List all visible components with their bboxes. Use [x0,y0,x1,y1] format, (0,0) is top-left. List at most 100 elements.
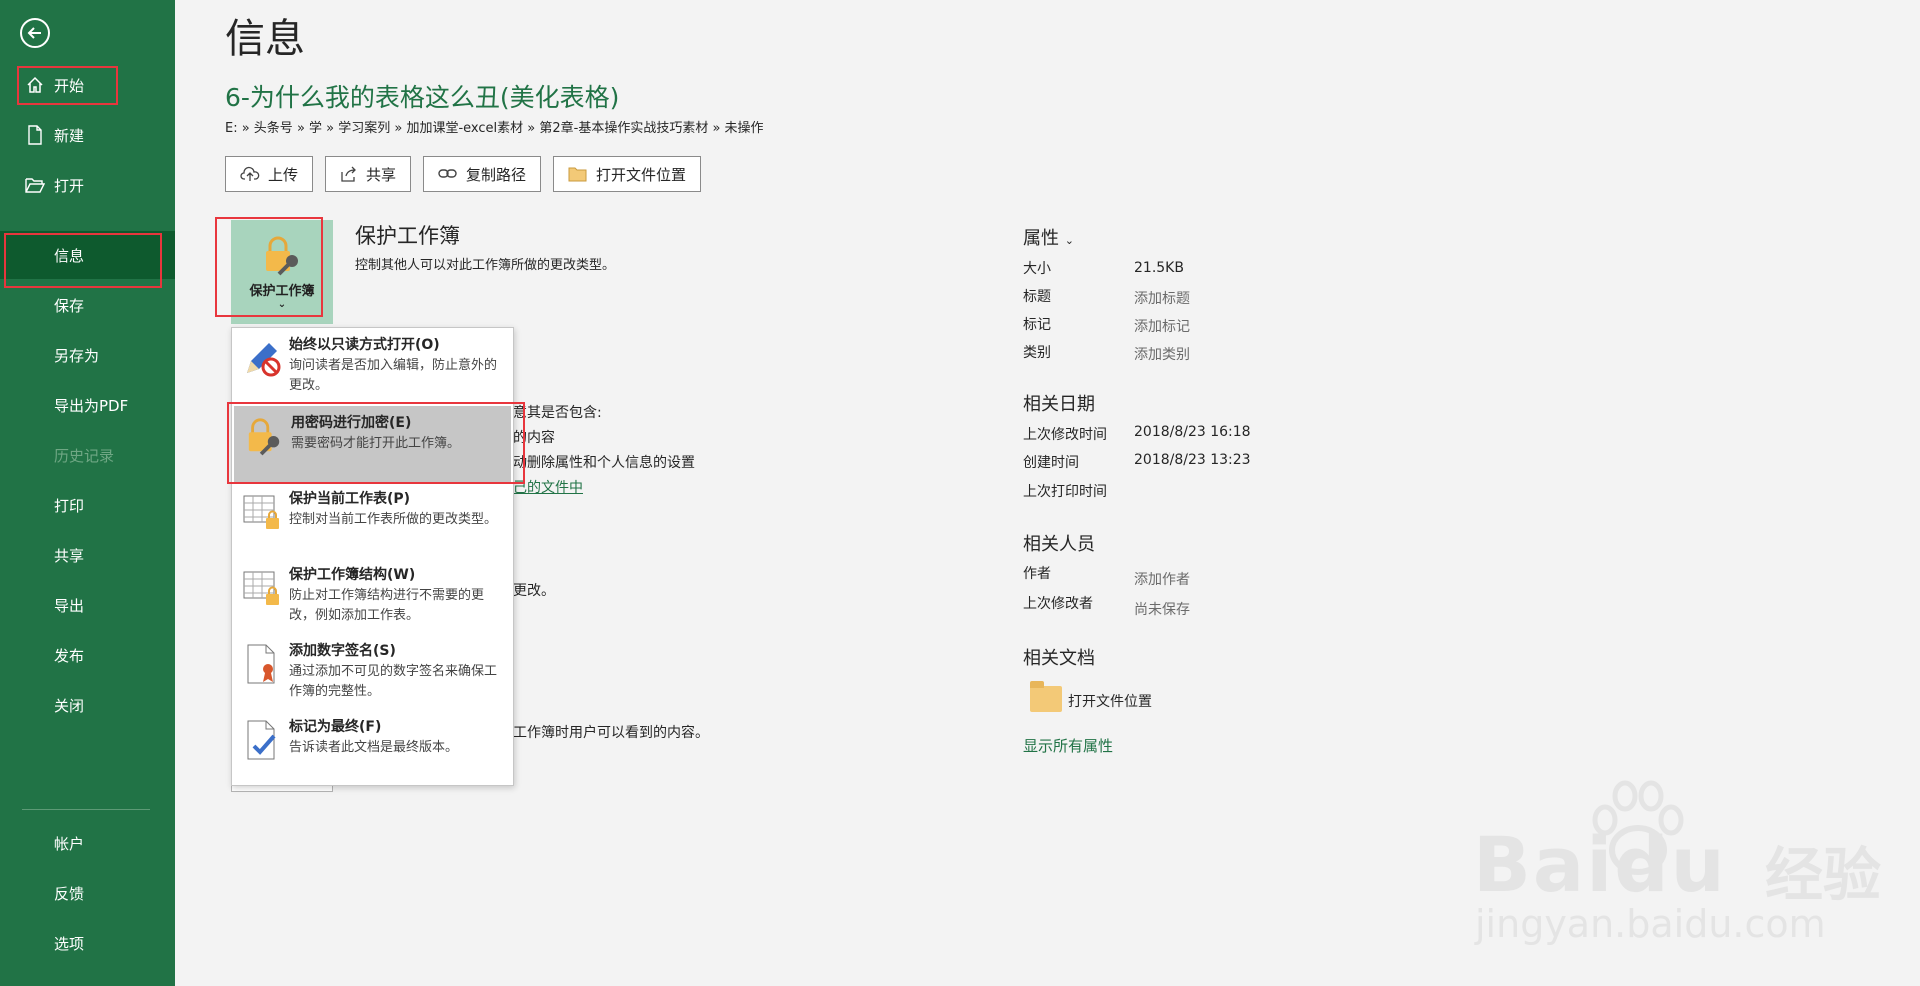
menu-item-title: 始终以只读方式打开(O) [289,337,440,353]
author-field[interactable]: 添加作者 [1134,569,1190,589]
chevron-down-icon: ⌄ [1064,234,1074,247]
sidebar-item-feedback[interactable]: 反馈 [0,869,175,917]
properties-heading-text: 属性 [1023,228,1059,249]
menu-item-desc: 防止对工作簿结构进行不需要的更改，例如添加工作表。 [289,588,485,623]
open-folder-icon [24,174,46,196]
protect-workbook-menu: 始终以只读方式打开(O) 询问读者是否加入编辑，防止意外的更改。 用密码进行加密… [231,327,514,786]
sidebar-item-new[interactable]: 新建 [0,111,175,159]
sidebar-item-label: 保存 [54,296,85,315]
inspect-link[interactable]: 己的文件中 [513,477,583,497]
sidebar-item-open[interactable]: 打开 [0,161,175,209]
inspect-text-2: 的内容 [513,430,555,446]
sidebar-item-label: 发布 [54,646,85,665]
lock-key-icon [242,414,286,458]
sidebar-item-export[interactable]: 导出 [0,581,175,629]
menu-item-desc: 控制对当前工作表所做的更改类型。 [289,512,498,527]
page-title: 信息 [225,16,305,62]
protect-workbook-button[interactable]: 保护工作簿 ⌄ [231,220,333,324]
file-actions: 上传 共享 复制路径 打开文件位置 [225,156,702,192]
tags-label: 标记 [1023,317,1051,333]
protect-heading: 保护工作簿 [355,224,460,248]
last-modified-value: 2018/8/23 16:18 [1134,424,1251,440]
upload-button[interactable]: 上传 [225,156,314,192]
file-path-breadcrumb: E: » 头条号 » 学 » 学习案列 » 加加课堂-excel素材 » 第2章… [225,121,764,136]
menu-item-encrypt-with-password[interactable]: 用密码进行加密(E) 需要密码才能打开此工作簿。 [234,406,511,482]
related-dates-heading: 相关日期 [1023,394,1095,415]
sidebar-item-print[interactable]: 打印 [0,481,175,529]
sidebar-item-label: 共享 [54,546,85,565]
sidebar-item-close[interactable]: 关闭 [0,681,175,729]
backstage-sidebar: 开始 新建 打开 信息 保存 另存为 导出为PDF 历史记录 打印 共享 导出 … [0,0,175,986]
share-icon [341,166,356,182]
cloud-upload-icon [240,166,260,181]
sidebar-item-label: 信息 [54,246,85,265]
signature-ribbon-icon [240,642,284,686]
menu-item-title: 添加数字签名(S) [289,643,396,659]
sidebar-item-label: 打印 [54,496,85,515]
inspect-text-3: 动删除属性和个人信息的设置 [513,455,695,471]
protect-tile-label: 保护工作簿 [249,284,315,299]
last-modified-label: 上次修改时间 [1023,427,1107,443]
upload-label: 上传 [268,165,299,184]
sidebar-item-label: 新建 [54,126,85,145]
sidebar-item-export-pdf[interactable]: 导出为PDF [0,381,175,429]
sidebar-item-publish[interactable]: 发布 [0,631,175,679]
menu-item-protect-sheet[interactable]: 保护当前工作表(P) 控制对当前工作表所做的更改类型。 [232,482,513,558]
menu-item-always-read-only[interactable]: 始终以只读方式打开(O) 询问读者是否加入编辑，防止意外的更改。 [232,328,513,404]
sidebar-item-save-as[interactable]: 另存为 [0,331,175,379]
sidebar-item-label: 导出为PDF [54,396,129,415]
last-modified-by-value: 尚未保存 [1134,602,1190,618]
open-file-location-button[interactable]: 打开文件位置 [553,156,702,192]
sidebar-item-options[interactable]: 选项 [0,919,175,967]
last-printed-label: 上次打印时间 [1023,484,1107,500]
sidebar-item-share[interactable]: 共享 [0,531,175,579]
sidebar-item-save[interactable]: 保存 [0,281,175,329]
related-docs-heading: 相关文档 [1023,648,1095,669]
watermark-url: jingyan.baidu.com [1475,902,1826,946]
copy-path-button[interactable]: 复制路径 [423,156,542,192]
document-title: 6-为什么我的表格这么丑(美化表格) [225,83,620,112]
inspect-text-1: 意其是否包含: [513,405,602,421]
menu-item-title: 保护工作簿结构(W) [289,567,416,583]
title-label: 标题 [1023,289,1051,305]
menu-item-digital-signature[interactable]: 添加数字签名(S) 通过添加不可见的数字签名来确保工作簿的完整性。 [232,634,513,710]
back-button[interactable] [20,18,50,48]
menu-item-title: 用密码进行加密(E) [291,415,412,431]
chevron-down-icon: ⌄ [277,299,287,310]
watermark-brand-cn: 经验 [1765,841,1882,909]
category-field[interactable]: 添加类别 [1134,344,1190,364]
menu-item-desc: 告诉读者此文档是最终版本。 [289,740,459,755]
sidebar-item-home[interactable]: 开始 [0,61,175,109]
sidebar-item-label: 帐户 [54,834,85,853]
tags-field[interactable]: 添加标记 [1134,316,1190,336]
browser-view-text: 工作簿时用户可以看到的内容。 [513,725,709,741]
size-value: 21.5KB [1134,260,1184,276]
new-document-icon [24,124,46,146]
manage-text: 更改。 [513,583,555,599]
sidebar-item-label: 反馈 [54,884,85,903]
sidebar-item-history: 历史记录 [0,431,175,479]
sidebar-item-label: 关闭 [54,696,85,715]
menu-item-title: 标记为最终(F) [289,719,382,735]
open-file-location-link[interactable]: 打开文件位置 [1068,691,1152,711]
share-button[interactable]: 共享 [325,156,412,192]
menu-item-protect-structure[interactable]: 保护工作簿结构(W) 防止对工作簿结构进行不需要的更改，例如添加工作表。 [232,558,513,634]
share-label: 共享 [366,165,397,184]
show-all-properties-link[interactable]: 显示所有属性 [1023,735,1113,756]
properties-heading[interactable]: 属性 ⌄ [1023,224,1074,250]
baidu-watermark: Baidu 经验 jingyan.baidu.com [1473,780,1893,950]
sidebar-item-label: 另存为 [54,346,100,365]
home-icon [24,74,46,96]
sidebar-item-account[interactable]: 帐户 [0,819,175,867]
open-file-location-label: 打开文件位置 [596,165,687,184]
sidebar-item-info[interactable]: 信息 [0,231,175,279]
related-people-heading: 相关人员 [1023,534,1095,555]
menu-item-mark-as-final[interactable]: 标记为最终(F) 告诉读者此文档是最终版本。 [232,710,513,786]
title-field[interactable]: 添加标题 [1134,288,1190,308]
copy-path-label: 复制路径 [466,165,527,184]
category-label: 类别 [1023,345,1051,361]
menu-item-desc: 通过添加不可见的数字签名来确保工作簿的完整性。 [289,664,498,699]
watermark-brand: Baidu [1473,820,1727,909]
folder-icon [1030,681,1062,712]
menu-item-title: 保护当前工作表(P) [289,491,411,507]
